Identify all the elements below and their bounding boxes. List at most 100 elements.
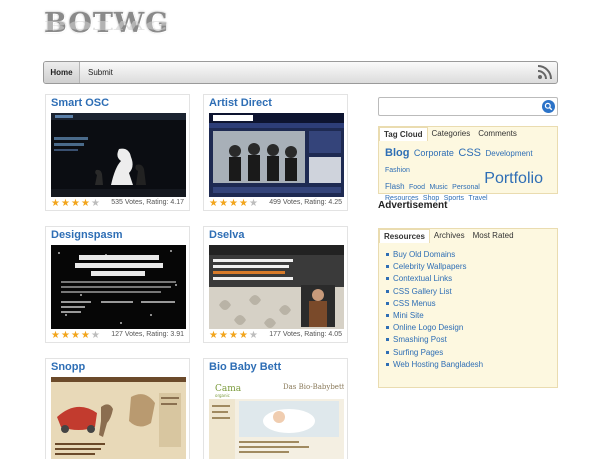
star-icon[interactable]: ★ xyxy=(209,199,219,209)
resource-label: Celebrity Wallpapers xyxy=(393,262,467,272)
bullet-icon xyxy=(386,338,389,342)
tag-link[interactable]: Development xyxy=(485,149,532,158)
vote-count: 177 Votes, Rating: 4.05 xyxy=(269,331,342,338)
star-icon[interactable]: ★ xyxy=(51,199,61,209)
tab-resources[interactable]: Resources xyxy=(379,229,430,243)
tag-link[interactable]: Blog xyxy=(385,147,409,159)
resource-label: Smashing Post xyxy=(393,335,447,345)
resource-link[interactable]: CSS Menus xyxy=(386,298,483,310)
bullet-icon xyxy=(386,362,389,366)
rss-icon[interactable] xyxy=(537,64,553,80)
site-card[interactable]: Artist Direct ★ ★ ★ ★ ★ 499 Votes, Rating: 4… xyxy=(203,94,348,211)
site-card[interactable]: Smart OSC ★ ★ ★ ★ ★ 535 Votes, Rating: 4.17 xyxy=(45,94,190,211)
tag-link[interactable]: Personal xyxy=(452,184,480,191)
tab-tag-cloud[interactable]: Tag Cloud xyxy=(379,127,428,141)
site-card[interactable]: Bio Baby Bett Cama organic Das Bio-Babyb… xyxy=(203,358,348,459)
resource-link[interactable]: Surfing Pages xyxy=(386,347,483,359)
rating-stars: ★ ★ ★ ★ ★ xyxy=(51,331,101,341)
card-thumbnail[interactable] xyxy=(209,245,344,329)
resource-link[interactable]: Web Hosting Bangladesh xyxy=(386,359,484,371)
star-icon[interactable]: ★ xyxy=(81,199,91,209)
star-icon[interactable]: ★ xyxy=(61,199,71,209)
star-icon[interactable]: ★ xyxy=(229,331,239,341)
star-icon[interactable]: ★ xyxy=(219,331,229,341)
star-icon[interactable]: ★ xyxy=(249,331,259,341)
rating-stars: ★ ★ ★ ★ ★ xyxy=(209,199,259,209)
card-thumbnail[interactable] xyxy=(51,245,186,329)
svg-text:Das Bio-Babybett: Das Bio-Babybett xyxy=(283,383,344,391)
bullet-icon xyxy=(386,350,389,354)
card-thumbnail[interactable] xyxy=(51,113,186,197)
resource-link[interactable]: Celebrity Wallpapers xyxy=(386,261,483,273)
tab-archives[interactable]: Archives xyxy=(430,229,469,243)
resource-link[interactable]: Online Logo Design xyxy=(386,322,483,334)
star-icon[interactable]: ★ xyxy=(239,331,249,341)
card-title[interactable]: Bio Baby Bett xyxy=(209,361,281,373)
tag-link[interactable]: Corporate xyxy=(414,148,454,158)
star-icon[interactable]: ★ xyxy=(81,331,91,341)
card-title[interactable]: Dselva xyxy=(209,229,244,241)
resource-link[interactable]: Contextual Links xyxy=(386,273,483,285)
search-icon[interactable] xyxy=(542,100,555,113)
bullet-icon xyxy=(386,289,389,293)
star-icon[interactable]: ★ xyxy=(229,199,239,209)
card-title[interactable]: Artist Direct xyxy=(209,97,272,109)
star-icon[interactable]: ★ xyxy=(51,331,61,341)
tag-link[interactable]: Flash xyxy=(385,182,405,191)
nav-submit-link[interactable]: Submit xyxy=(88,62,113,83)
card-title[interactable]: Snopp xyxy=(51,361,85,373)
star-icon[interactable]: ★ xyxy=(71,199,81,209)
resource-label: Buy Old Domains xyxy=(393,250,456,259)
site-logo[interactable]: BOTWG BOTWG xyxy=(44,8,169,48)
star-icon[interactable]: ★ xyxy=(91,331,101,341)
star-icon[interactable]: ★ xyxy=(91,199,101,209)
main-navigation: Home Submit xyxy=(43,61,558,84)
logo-reflection: BOTWG xyxy=(44,18,170,32)
tag-link[interactable]: Music xyxy=(429,184,447,191)
search-input[interactable] xyxy=(381,100,537,113)
nav-home-link[interactable]: Home xyxy=(44,62,80,83)
resource-link[interactable]: Smashing Post xyxy=(386,334,483,346)
star-icon[interactable]: ★ xyxy=(239,199,249,209)
vote-count: 535 Votes, Rating: 4.17 xyxy=(111,199,184,206)
resource-label: Mini Site xyxy=(393,310,424,320)
card-thumbnail[interactable]: Cama organic Das Bio-Babybett xyxy=(209,377,344,459)
tag-link[interactable]: Food xyxy=(409,184,425,191)
card-thumbnail[interactable] xyxy=(51,377,186,459)
search-box xyxy=(378,97,558,116)
advertisement-heading: Advertisement xyxy=(378,200,448,211)
card-thumbnail[interactable] xyxy=(209,113,344,197)
resource-label: Web Hosting Bangladesh xyxy=(393,359,484,369)
resource-link[interactable]: CSS Gallery List xyxy=(386,286,483,298)
tag-link[interactable]: CSS xyxy=(458,147,481,159)
bullet-icon xyxy=(386,265,389,269)
tag-link[interactable]: Fashion xyxy=(385,167,410,174)
tag-widget-tabs: Tag Cloud Categories Comments xyxy=(379,127,521,141)
star-icon[interactable]: ★ xyxy=(71,331,81,341)
tag-link[interactable]: Portfolio xyxy=(484,170,543,187)
tab-most-rated[interactable]: Most Rated xyxy=(469,229,518,243)
site-card[interactable]: Snopp xyxy=(45,358,190,459)
star-icon[interactable]: ★ xyxy=(209,331,219,341)
resource-link[interactable]: Mini Site xyxy=(386,310,483,322)
resource-link[interactable]: Buy Old Domains xyxy=(386,249,483,261)
site-card[interactable]: Designspasm ★ ★ ★ ★ ★ 127 Votes, Rating: 3.9… xyxy=(45,226,190,343)
tag-link[interactable]: Travel xyxy=(468,195,487,202)
star-icon[interactable]: ★ xyxy=(219,199,229,209)
star-icon[interactable]: ★ xyxy=(61,331,71,341)
card-title[interactable]: Designspasm xyxy=(51,229,123,241)
resource-label: CSS Gallery List xyxy=(393,286,452,296)
star-icon[interactable]: ★ xyxy=(249,199,259,209)
resource-label: CSS Menus xyxy=(393,298,436,308)
resource-label: Online Logo Design xyxy=(393,323,464,333)
vote-count: 127 Votes, Rating: 3.91 xyxy=(111,331,184,338)
card-title[interactable]: Smart OSC xyxy=(51,97,109,109)
rating-stars: ★ ★ ★ ★ ★ xyxy=(51,199,101,209)
resource-label: Surfing Pages xyxy=(393,347,444,357)
tab-comments[interactable]: Comments xyxy=(474,127,521,141)
vote-count: 499 Votes, Rating: 4.25 xyxy=(269,199,342,206)
site-card[interactable]: Dselva ★ ★ ★ ★ ★ 177 Votes, Rating: 4.05 xyxy=(203,226,348,343)
bullet-icon xyxy=(386,326,389,330)
svg-text:organic: organic xyxy=(215,393,230,398)
tab-categories[interactable]: Categories xyxy=(428,127,475,141)
